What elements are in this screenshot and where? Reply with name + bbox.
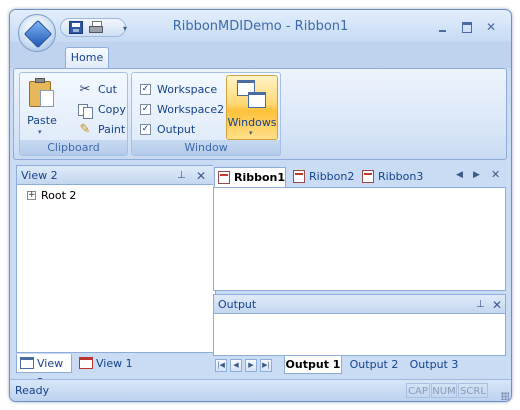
document-icon bbox=[362, 170, 374, 183]
paste-button[interactable]: Paste ▾ bbox=[20, 73, 66, 139]
tab-ribbon2-label: Ribbon2 bbox=[309, 170, 355, 183]
title-bar: ▾ RibbonMDIDemo - Ribbon1 ✕ bbox=[10, 10, 511, 42]
num-indicator: NUM bbox=[431, 383, 457, 398]
document-area[interactable] bbox=[213, 187, 506, 291]
tab-ribbon1-label: Ribbon1 bbox=[234, 171, 286, 184]
caps-indicator: CAP bbox=[406, 383, 430, 398]
app-window: ▾ RibbonMDIDemo - Ribbon1 ✕ Home Paste ▾… bbox=[9, 9, 512, 402]
tab-ribbon2[interactable]: Ribbon2 bbox=[290, 167, 356, 187]
tab-output2[interactable]: Output 2 bbox=[346, 356, 402, 374]
document-icon bbox=[293, 170, 305, 183]
pin-icon[interactable]: ⊥ bbox=[476, 295, 485, 315]
windows-icon bbox=[237, 80, 267, 110]
ribbon-tabstrip: Home bbox=[10, 42, 511, 69]
ribbon-panel: Paste ▾ ✂ Cut Copy ✎ Paint Clipboard ✓ W… bbox=[13, 68, 507, 160]
last-tab-icon[interactable]: ▶| bbox=[260, 359, 272, 372]
view-icon bbox=[20, 357, 34, 369]
window-group-label: Window bbox=[132, 140, 280, 155]
checkbox-checked-icon: ✓ bbox=[140, 84, 151, 95]
tab-view1[interactable]: View 1 bbox=[76, 354, 136, 373]
copy-icon bbox=[77, 103, 93, 119]
checkbox-checked-icon: ✓ bbox=[140, 124, 151, 135]
chevron-down-icon: ▾ bbox=[249, 129, 253, 137]
output-tabs: |◀ ◀ ▶ ▶| Output 1 Output 2 Output 3 bbox=[213, 356, 506, 376]
next-tab-icon[interactable]: ▶ bbox=[245, 359, 257, 372]
output-area[interactable] bbox=[213, 314, 506, 356]
document-icon bbox=[218, 171, 230, 184]
tab-ribbon3-label: Ribbon3 bbox=[378, 170, 424, 183]
tab-ribbon3[interactable]: Ribbon3 bbox=[359, 167, 425, 187]
application-button[interactable] bbox=[18, 14, 56, 52]
status-text: Ready bbox=[15, 384, 50, 397]
minimize-button[interactable] bbox=[434, 20, 452, 34]
workspace-checkbox[interactable]: ✓ Workspace bbox=[140, 81, 230, 99]
pin-icon[interactable]: ⊥ bbox=[177, 166, 186, 186]
tab-ribbon1[interactable]: Ribbon1 bbox=[214, 167, 286, 187]
view-icon bbox=[79, 357, 93, 369]
view2-pane-header: View 2 ⊥ ✕ bbox=[16, 165, 216, 185]
paint-label: Paint bbox=[98, 123, 126, 136]
tab-view2[interactable]: View 2 bbox=[16, 354, 72, 389]
windows-label: Windows bbox=[227, 116, 277, 129]
scroll-right-icon[interactable]: ▶ bbox=[473, 170, 480, 180]
paintbrush-icon: ✎ bbox=[79, 122, 91, 137]
scissors-icon: ✂ bbox=[79, 82, 91, 97]
clipboard-group: Paste ▾ ✂ Cut Copy ✎ Paint Clipboard bbox=[19, 72, 128, 156]
output-title: Output bbox=[218, 298, 257, 311]
workspace2-label: Workspace2 bbox=[157, 103, 225, 116]
close-icon[interactable]: ✕ bbox=[491, 168, 500, 181]
close-icon[interactable]: ✕ bbox=[196, 166, 206, 186]
output-checkbox[interactable]: ✓ Output bbox=[140, 121, 230, 139]
maximize-button[interactable] bbox=[458, 20, 476, 34]
copy-label: Copy bbox=[98, 103, 126, 116]
window-group: ✓ Workspace ✓ Workspace2 ✓ Output Window… bbox=[131, 72, 281, 156]
windows-button[interactable]: Windows ▾ bbox=[226, 75, 278, 140]
cut-button[interactable]: ✂ Cut bbox=[77, 81, 127, 99]
copy-button[interactable]: Copy bbox=[77, 101, 127, 119]
status-bar: Ready CAP NUM SCRL bbox=[10, 379, 511, 401]
close-icon[interactable]: ✕ bbox=[492, 295, 502, 315]
paste-label: Paste bbox=[27, 114, 57, 127]
chevron-down-icon: ▾ bbox=[38, 128, 42, 136]
close-button[interactable]: ✕ bbox=[482, 20, 500, 34]
app-logo-icon bbox=[23, 19, 53, 49]
workspace2-checkbox[interactable]: ✓ Workspace2 bbox=[140, 101, 230, 119]
checkbox-checked-icon: ✓ bbox=[140, 104, 151, 115]
document-tabs: Ribbon1 Ribbon2 Ribbon3 ◀ ▶ ✕ bbox=[213, 165, 506, 187]
clipboard-group-label: Clipboard bbox=[20, 140, 127, 155]
tab-output3[interactable]: Output 3 bbox=[406, 356, 462, 374]
expand-icon[interactable]: + bbox=[27, 191, 36, 200]
tab-view1-label: View 1 bbox=[96, 357, 133, 370]
tree-node-root2[interactable]: Root 2 bbox=[41, 189, 76, 202]
output-pane-header: Output ⊥ ✕ bbox=[213, 294, 506, 314]
output-label: Output bbox=[157, 123, 196, 136]
paint-button[interactable]: ✎ Paint bbox=[77, 121, 127, 139]
view-tabs: View 2 View 1 bbox=[16, 354, 216, 389]
cut-label: Cut bbox=[98, 83, 117, 96]
resize-grip-icon[interactable] bbox=[501, 392, 509, 400]
view2-title: View 2 bbox=[21, 169, 58, 182]
first-tab-icon[interactable]: |◀ bbox=[215, 359, 227, 372]
prev-tab-icon[interactable]: ◀ bbox=[230, 359, 242, 372]
view2-tree: + Root 2 bbox=[16, 185, 216, 353]
scroll-indicator: SCRL bbox=[458, 383, 488, 398]
workspace-label: Workspace bbox=[157, 83, 218, 96]
tab-home[interactable]: Home bbox=[65, 47, 109, 69]
paste-icon bbox=[29, 78, 55, 108]
tab-output1[interactable]: Output 1 bbox=[284, 356, 342, 374]
scroll-left-icon[interactable]: ◀ bbox=[456, 170, 463, 180]
